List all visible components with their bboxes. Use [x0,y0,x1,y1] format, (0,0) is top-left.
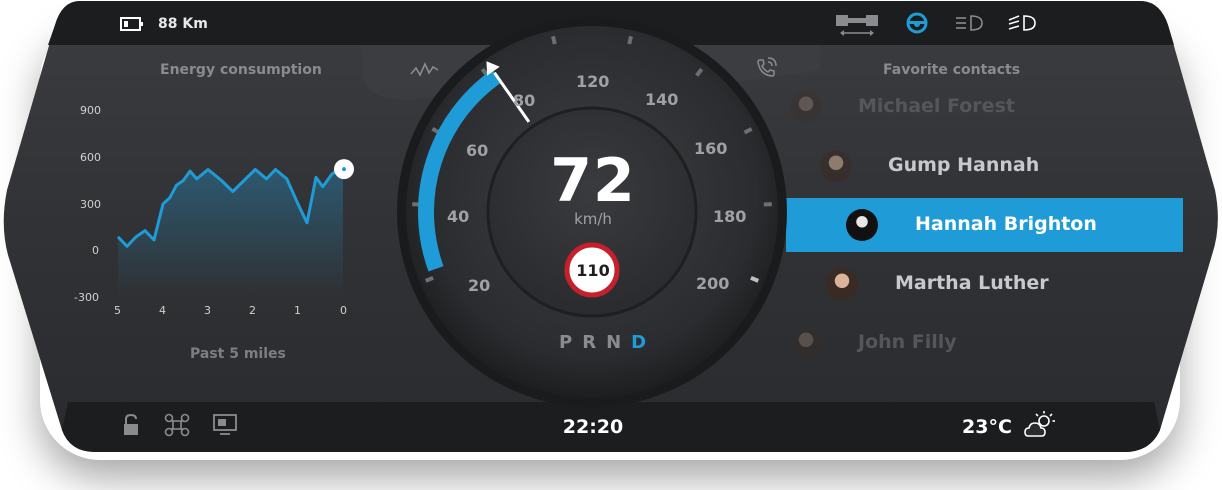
contact-avatar [790,91,822,123]
contact-name: Michael Forest [858,95,1015,117]
contacts-title: Favorite contacts [883,62,1021,78]
temperature: 23°C [962,416,1012,438]
contact-avatar [790,327,822,359]
steering-wheel-icon[interactable] [906,12,928,38]
y-tick-0: 0 [92,244,99,257]
seatbelt-icon [834,11,880,41]
contact-hannah-brighton[interactable]: Hannah Brighton [790,198,1182,252]
high-beam-icon[interactable] [1008,13,1036,37]
range-value: 88 Km [158,16,208,32]
gear-d: D [631,332,649,353]
contact-michael-forest[interactable]: Michael Forest [790,80,1182,134]
dial-tick [551,35,557,45]
scale-label-80: 80 [513,91,536,110]
energy-title: Energy consumption [160,62,322,78]
x-tick-0: 0 [340,304,347,317]
contact-name: Martha Luther [895,272,1049,294]
phone-call-icon[interactable] [754,56,778,84]
gear-r: R [582,332,599,353]
x-tick-5: 5 [114,304,121,317]
contact-name: Hannah Brighton [915,213,1097,235]
x-tick-2: 2 [249,304,256,317]
partly-cloudy-icon[interactable] [1024,410,1058,444]
contact-martha-luther[interactable]: Martha Luther [790,257,1182,311]
energy-footer: Past 5 miles [190,346,286,362]
dial-tick [627,35,633,45]
x-tick-4: 4 [159,304,166,317]
gear-p: P [559,332,575,353]
x-tick-3: 3 [204,304,211,317]
low-beam-icon[interactable] [955,13,983,37]
gear-selector: PRND [555,332,652,353]
x-tick-1: 1 [294,304,301,317]
scale-label-120: 120 [576,72,610,91]
contact-gump-hannah[interactable]: Gump Hannah [790,139,1182,193]
gear-n: N [606,332,624,353]
contact-avatar [846,209,878,241]
contact-john-filly[interactable]: John Filly [790,316,1182,370]
contact-name: Gump Hannah [888,154,1040,176]
contact-name: John Filly [858,331,957,353]
contact-avatar [820,150,852,182]
scale-label-140: 140 [645,90,679,109]
battery-icon [120,16,144,36]
activity-icon[interactable] [410,60,440,84]
contact-avatar [826,268,858,300]
y-tick-minus-300: -300 [74,291,99,304]
y-tick-900: 900 [80,104,101,117]
